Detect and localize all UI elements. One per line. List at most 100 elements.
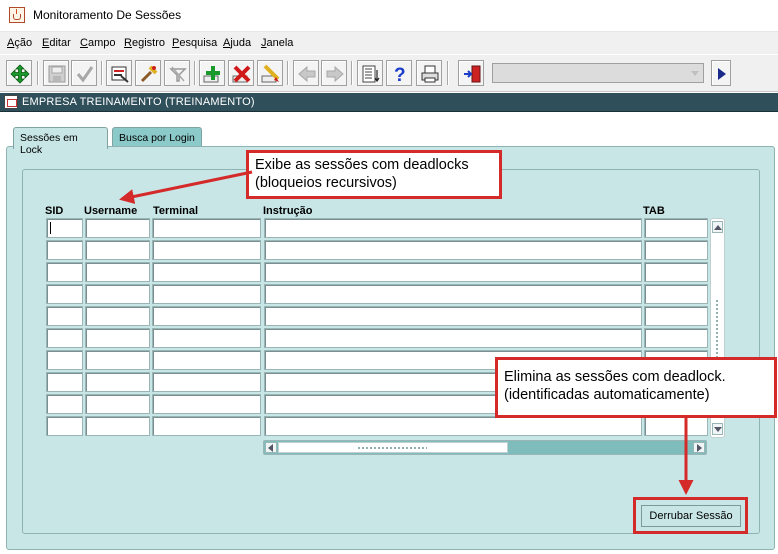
cell-terminal[interactable]	[152, 240, 261, 260]
cell-sid[interactable]	[46, 416, 83, 436]
filter-button[interactable]	[164, 60, 190, 86]
print-icon	[111, 66, 129, 83]
cell-tab[interactable]	[644, 416, 708, 436]
play-button[interactable]	[711, 60, 731, 86]
toolbar: ?	[0, 54, 778, 92]
play-icon	[718, 68, 726, 80]
menu-acao-label: ção	[14, 37, 33, 49]
clear-icon	[261, 64, 280, 83]
annotation-deadlock-line2: (bloqueios recursivos)	[255, 175, 397, 191]
cell-instrucao[interactable]	[264, 262, 642, 282]
save-button[interactable]	[43, 60, 69, 86]
menu-registro-label: egistro	[131, 37, 165, 49]
cell-username[interactable]	[85, 240, 150, 260]
menu-editar[interactable]: Editar	[42, 37, 71, 49]
menu-janela-label: anela	[266, 37, 294, 49]
cell-username[interactable]	[85, 394, 150, 414]
cell-username[interactable]	[85, 284, 150, 304]
list-icon	[362, 65, 380, 83]
move-icon	[10, 64, 30, 84]
cell-username[interactable]	[85, 372, 150, 392]
cell-username[interactable]	[85, 262, 150, 282]
toolbar-separator	[194, 61, 196, 85]
cell-tab[interactable]	[644, 284, 708, 304]
cell-username[interactable]	[85, 416, 150, 436]
cell-terminal[interactable]	[152, 328, 261, 348]
search-button[interactable]	[135, 60, 161, 86]
cell-instrucao[interactable]	[264, 284, 642, 304]
accept-button[interactable]	[71, 60, 97, 86]
cell-instrucao[interactable]	[264, 328, 642, 348]
annotation-kill: Elimina as sessões com deadlock. (identi…	[495, 357, 777, 418]
exit-icon	[464, 65, 481, 83]
cell-sid[interactable]	[46, 350, 83, 370]
window-title: Monitoramento De Sessões	[33, 8, 182, 22]
cell-sid[interactable]	[46, 306, 83, 326]
menu-registro[interactable]: Registro	[124, 37, 165, 49]
help-icon: ?	[394, 65, 406, 84]
scroll-grip[interactable]	[715, 299, 720, 359]
cell-tab[interactable]	[644, 240, 708, 260]
cell-sid[interactable]	[46, 328, 83, 348]
cell-terminal[interactable]	[152, 416, 261, 436]
scroll-thumb[interactable]	[278, 442, 508, 453]
cell-sid[interactable]	[46, 218, 83, 238]
cell-instrucao[interactable]	[264, 240, 642, 260]
cell-terminal[interactable]	[152, 218, 261, 238]
cell-sid[interactable]	[46, 284, 83, 304]
menu-janela[interactable]: Janela	[261, 37, 293, 49]
cell-sid[interactable]	[46, 394, 83, 414]
cell-sid[interactable]	[46, 262, 83, 282]
horizontal-scrollbar[interactable]	[263, 440, 707, 455]
cell-terminal[interactable]	[152, 306, 261, 326]
help-button[interactable]: ?	[386, 60, 412, 86]
tab-busca-por-login[interactable]: Busca por Login	[112, 127, 202, 148]
scroll-up-icon[interactable]	[712, 221, 723, 233]
cell-tab[interactable]	[644, 306, 708, 326]
insert-record-icon	[203, 66, 220, 83]
previous-button[interactable]	[293, 60, 319, 86]
move-button[interactable]	[6, 60, 32, 86]
scroll-down-icon[interactable]	[712, 423, 723, 435]
menu-editar-label: ditar	[49, 37, 71, 49]
cell-tab[interactable]	[644, 328, 708, 348]
cell-instrucao[interactable]	[264, 306, 642, 326]
menu-pesquisa[interactable]: Pesquisa	[172, 37, 217, 49]
menu-ajuda[interactable]: Ajuda	[223, 37, 251, 49]
clear-button[interactable]	[257, 60, 283, 86]
printer-button[interactable]	[416, 60, 442, 86]
cell-terminal[interactable]	[152, 350, 261, 370]
menu-acao[interactable]: Ação	[7, 37, 32, 49]
cell-terminal[interactable]	[152, 394, 261, 414]
cell-username[interactable]	[85, 306, 150, 326]
insert-record-button[interactable]	[199, 60, 225, 86]
cell-sid[interactable]	[46, 372, 83, 392]
print-preview-button[interactable]	[106, 60, 132, 86]
cell-sid[interactable]	[46, 240, 83, 260]
cell-username[interactable]	[85, 328, 150, 348]
column-tab: TAB	[643, 205, 665, 217]
cell-terminal[interactable]	[152, 372, 261, 392]
toolbar-separator	[287, 61, 289, 85]
delete-record-button[interactable]	[228, 60, 254, 86]
menu-campo[interactable]: Campo	[80, 37, 115, 49]
tab-sessoes-em-lock[interactable]: Sessões em Lock	[13, 127, 108, 156]
printer-icon	[421, 65, 439, 83]
cell-tab[interactable]	[644, 262, 708, 282]
exit-button[interactable]	[458, 60, 484, 86]
column-sid: SID	[45, 205, 64, 217]
toolbar-combo[interactable]	[492, 63, 704, 83]
cell-terminal[interactable]	[152, 284, 261, 304]
form-header: EMPRESA TREINAMENTO (TREINAMENTO)	[0, 93, 778, 112]
list-button[interactable]	[357, 60, 383, 86]
cell-terminal[interactable]	[152, 262, 261, 282]
cell-instrucao[interactable]	[264, 416, 642, 436]
scroll-left-icon[interactable]	[265, 442, 277, 453]
scroll-right-icon[interactable]	[693, 442, 705, 453]
cell-instrucao[interactable]	[264, 218, 642, 238]
cell-username[interactable]	[85, 218, 150, 238]
menu-ajuda-label: juda	[230, 37, 252, 49]
cell-username[interactable]	[85, 350, 150, 370]
cell-tab[interactable]	[644, 218, 708, 238]
next-button[interactable]	[321, 60, 347, 86]
